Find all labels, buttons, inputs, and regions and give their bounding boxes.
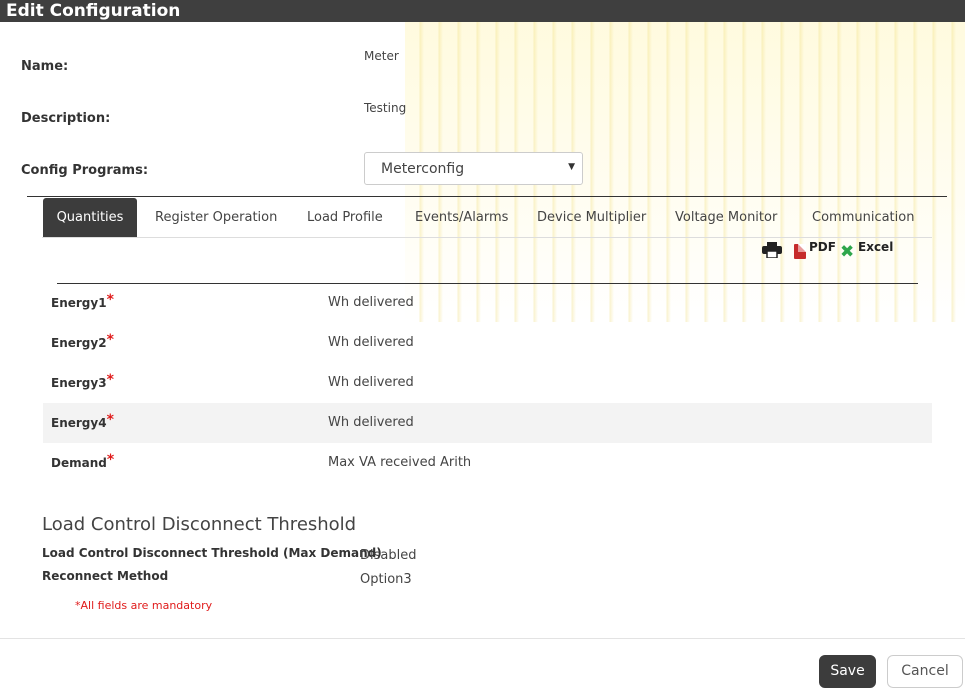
excel-export-link[interactable]: Excel xyxy=(858,240,893,254)
dialog-title: Edit Configuration xyxy=(0,0,965,22)
table-row: Energy4* Wh delivered xyxy=(43,403,932,443)
required-marker: * xyxy=(106,372,114,388)
required-marker: * xyxy=(106,412,114,428)
name-label: Name: xyxy=(21,59,69,74)
description-label: Description: xyxy=(21,111,111,126)
table-row: Demand* Max VA received Arith xyxy=(43,443,932,483)
quantity-value: Wh delivered xyxy=(328,415,414,430)
divider xyxy=(27,196,947,197)
quantity-value: Wh delivered xyxy=(328,375,414,390)
required-marker: * xyxy=(106,452,115,468)
tab-voltage-monitor[interactable]: Voltage Monitor xyxy=(675,198,777,237)
quantity-name: Energy3* xyxy=(51,372,114,390)
name-value: Meter xyxy=(364,49,399,63)
threshold-value: Disabled xyxy=(360,548,417,563)
config-programs-label: Config Programs: xyxy=(21,163,149,178)
quantity-value: Wh delivered xyxy=(328,335,414,350)
mandatory-note: *All fields are mandatory xyxy=(75,599,212,612)
quantity-name: Energy2* xyxy=(51,332,114,350)
reconnect-method-label: Reconnect Method xyxy=(42,569,169,583)
required-marker: * xyxy=(106,332,114,348)
table-row: Energy1* Wh delivered xyxy=(43,283,932,323)
config-programs-selected: Meterconfig xyxy=(381,161,465,177)
tab-communication[interactable]: Communication xyxy=(812,198,914,237)
table-row: Energy2* Wh delivered xyxy=(43,323,932,363)
tab-bar: Quantities Register Operation Load Profi… xyxy=(42,198,932,238)
tab-device-multiplier[interactable]: Device Multiplier xyxy=(537,198,646,237)
printer-icon[interactable] xyxy=(762,242,782,258)
chevron-down-icon: ▼ xyxy=(568,162,575,172)
quantity-value: Wh delivered xyxy=(328,295,414,310)
pdf-export-link[interactable]: PDF xyxy=(809,240,836,254)
required-marker: * xyxy=(106,292,114,308)
quantity-name: Energy1* xyxy=(51,292,114,310)
tab-events-alarms[interactable]: Events/Alarms xyxy=(415,198,508,237)
tab-register-operation[interactable]: Register Operation xyxy=(155,198,277,237)
quantity-value: Max VA received Arith xyxy=(328,455,472,470)
divider xyxy=(0,638,965,639)
section-title: Load Control Disconnect Threshold xyxy=(42,514,357,535)
tab-load-profile[interactable]: Load Profile xyxy=(307,198,383,237)
mandatory-text: All fields are mandatory xyxy=(80,599,213,612)
save-button[interactable]: Save xyxy=(819,655,876,688)
config-programs-select[interactable]: Meterconfig ▼ xyxy=(364,152,583,185)
threshold-label: Load Control Disconnect Threshold (Max D… xyxy=(42,546,382,560)
tab-quantities[interactable]: Quantities xyxy=(43,198,137,237)
pdf-icon[interactable] xyxy=(794,244,806,259)
quantity-name: Energy4* xyxy=(51,412,114,430)
cancel-button[interactable]: Cancel xyxy=(887,655,963,688)
reconnect-method-value: Option3 xyxy=(360,572,412,587)
quantity-name: Demand* xyxy=(51,452,115,470)
description-value: Testing xyxy=(364,101,407,115)
excel-icon[interactable]: ✖ xyxy=(840,242,854,262)
table-row: Energy3* Wh delivered xyxy=(43,363,932,403)
